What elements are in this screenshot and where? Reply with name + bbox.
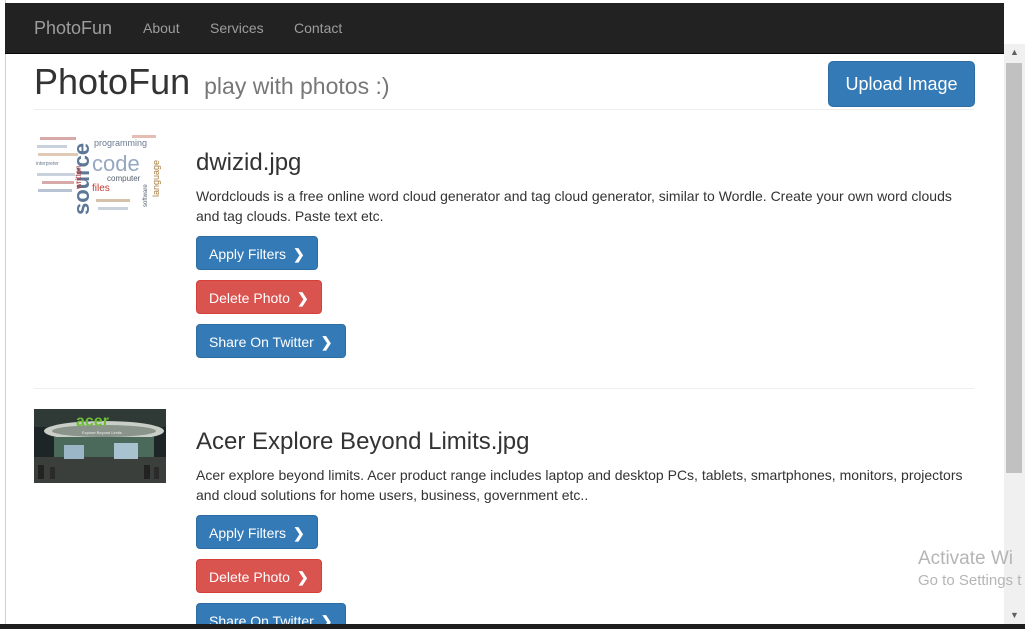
wordcloud-word: interpreter <box>36 161 59 167</box>
scroll-up-arrow-icon[interactable]: ▲ <box>1004 44 1025 61</box>
navbar-brand[interactable]: PhotoFun <box>34 18 112 39</box>
watermark-line2: Go to Settings t <box>918 572 1022 589</box>
acer-logo-text: acer <box>76 413 109 430</box>
chevron-right-icon: ❯ <box>293 525 305 541</box>
upload-image-button[interactable]: Upload Image <box>828 61 975 107</box>
vertical-scrollbar[interactable]: ▲ ▼ <box>1004 44 1025 624</box>
delete-photo-label: Delete Photo <box>209 290 290 306</box>
header-divider <box>34 109 974 110</box>
photo-description: Wordclouds is a free online word cloud g… <box>196 188 952 224</box>
wordcloud-word: programming <box>94 138 147 148</box>
chevron-right-icon: ❯ <box>296 569 309 585</box>
page-title: PhotoFun play with photos :) <box>34 61 390 103</box>
delete-photo-button[interactable]: Delete Photo ❯ <box>196 280 322 314</box>
window-bottom-border <box>0 624 1025 629</box>
photo-title: Acer Explore Beyond Limits.jpg <box>196 428 530 455</box>
acer-tagline-text: Explore Beyond Limits <box>82 430 122 435</box>
share-twitter-button[interactable]: Share On Twitter ❯ <box>196 603 346 624</box>
page-title-text: PhotoFun <box>34 61 191 102</box>
apply-filters-label: Apply Filters <box>209 246 287 262</box>
watermark-line1: Activate Wi <box>918 548 1014 569</box>
photo-title: dwizid.jpg <box>196 149 302 176</box>
chevron-right-icon: ❯ <box>320 613 333 624</box>
nav-link-services[interactable]: Services <box>210 20 264 36</box>
nav-link-about[interactable]: About <box>143 20 180 36</box>
photo-description: Acer explore beyond limits. Acer product… <box>196 467 963 503</box>
page-subtitle: play with photos :) <box>204 73 390 99</box>
delete-photo-button[interactable]: Delete Photo ❯ <box>196 559 322 593</box>
share-twitter-button[interactable]: Share On Twitter ❯ <box>196 324 346 358</box>
chevron-right-icon: ❯ <box>320 334 333 350</box>
activate-windows-watermark: Activate Wi Go to Settings t <box>918 548 1021 589</box>
main-content: PhotoFun play with photos :) Upload Imag… <box>5 54 1004 624</box>
browser-window: PhotoFun About Services Contact PhotoFun… <box>0 0 1025 629</box>
apply-filters-button[interactable]: Apply Filters ❯ <box>196 515 318 549</box>
nav-link-contact[interactable]: Contact <box>294 20 342 36</box>
apply-filters-label: Apply Filters <box>209 525 287 541</box>
photo-divider <box>34 388 974 389</box>
wordcloud-word: files <box>92 183 110 194</box>
wordcloud-word: software <box>143 184 149 207</box>
scroll-down-arrow-icon[interactable]: ▼ <box>1004 607 1025 624</box>
scrollbar-thumb[interactable] <box>1006 63 1022 473</box>
wordcloud-word: code <box>92 151 140 176</box>
photo-thumbnail-acer[interactable]: acer Explore Beyond Limits <box>34 409 166 483</box>
delete-photo-label: Delete Photo <box>209 569 290 585</box>
wordcloud-word: written <box>74 165 83 190</box>
apply-filters-button[interactable]: Apply Filters ❯ <box>196 236 318 270</box>
chevron-right-icon: ❯ <box>293 246 305 262</box>
photo-thumbnail-wordcloud[interactable]: programming source code written computer… <box>34 129 166 217</box>
top-navbar: PhotoFun About Services Contact <box>5 3 1004 54</box>
share-twitter-label: Share On Twitter <box>209 613 314 624</box>
wordcloud-word: language <box>151 160 161 197</box>
share-twitter-label: Share On Twitter <box>209 334 314 350</box>
chevron-right-icon: ❯ <box>296 290 309 306</box>
wordcloud-word: computer <box>107 174 141 183</box>
